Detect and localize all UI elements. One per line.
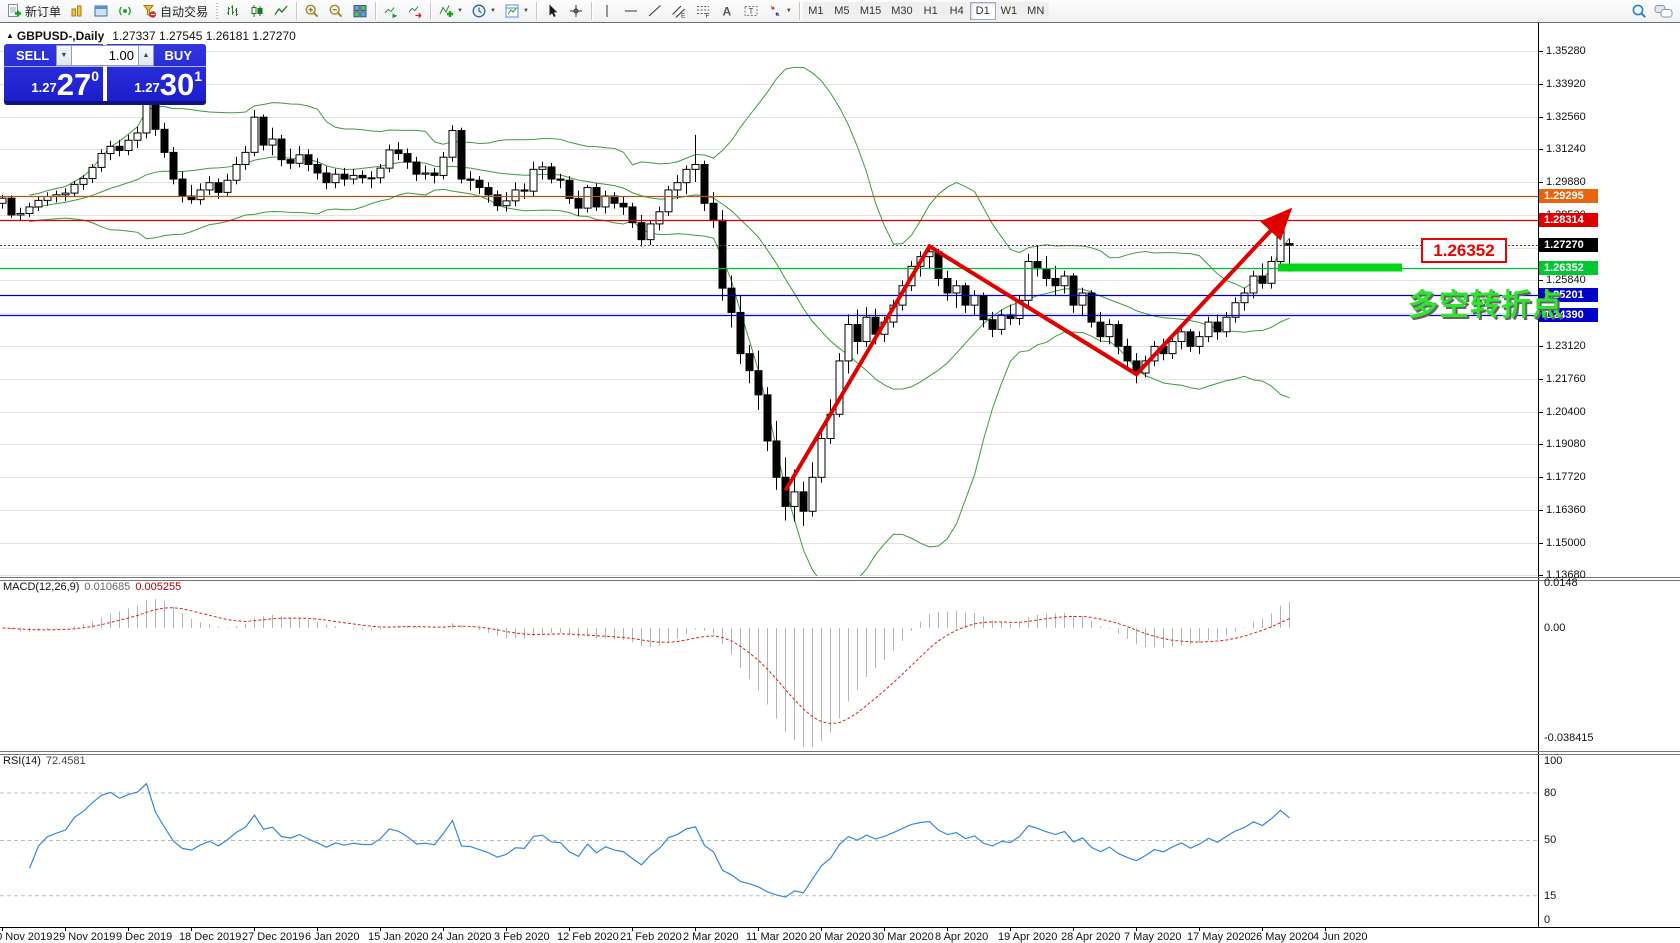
auto-scroll-button[interactable] bbox=[379, 1, 403, 22]
signals-button[interactable] bbox=[113, 1, 137, 22]
svg-text:F: F bbox=[705, 13, 709, 19]
indicators-dropdown-caret[interactable]: ▼ bbox=[457, 8, 463, 14]
search-icon[interactable] bbox=[1631, 3, 1648, 20]
toolbar-right-group bbox=[1631, 3, 1680, 20]
horizontal-line-button[interactable] bbox=[619, 1, 643, 22]
line-chart-icon bbox=[273, 3, 289, 19]
arrows-dropdown-caret[interactable]: ▼ bbox=[786, 8, 792, 14]
zoom-out-button[interactable] bbox=[324, 1, 348, 22]
templates-dropdown-caret[interactable]: ▼ bbox=[523, 8, 529, 14]
data-window-icon bbox=[93, 3, 109, 19]
tile-windows-button[interactable] bbox=[348, 1, 372, 22]
sell-price: 1.27270 bbox=[4, 67, 103, 101]
line-chart-button[interactable] bbox=[269, 1, 293, 22]
timeframe-m30-button[interactable]: M30 bbox=[886, 2, 917, 20]
svg-text:E: E bbox=[681, 13, 686, 20]
timeframe-m5-button[interactable]: M5 bbox=[829, 2, 855, 20]
bar-chart-button[interactable] bbox=[221, 1, 245, 22]
text-label-icon: T bbox=[743, 3, 759, 19]
toolbar-gripper bbox=[214, 3, 219, 19]
chart-canvas[interactable] bbox=[0, 0, 1680, 943]
crosshair-icon bbox=[568, 3, 584, 19]
text-icon: A bbox=[719, 3, 735, 19]
trade-panel-footer bbox=[4, 101, 206, 105]
templates-icon bbox=[504, 3, 520, 19]
timeframe-w1-button[interactable]: W1 bbox=[996, 2, 1023, 20]
market-watch-button[interactable] bbox=[65, 1, 89, 22]
volume-increment-button[interactable]: ▲ bbox=[138, 45, 154, 66]
candlestick-chart-button[interactable] bbox=[245, 1, 269, 22]
volume-decrement-button[interactable]: ▼ bbox=[56, 45, 72, 66]
timeframe-h4-button[interactable]: H4 bbox=[944, 2, 970, 20]
periods-dropdown-caret[interactable]: ▼ bbox=[490, 8, 496, 14]
new-order-button[interactable]: 新订单 bbox=[2, 1, 65, 22]
candlestick-chart-icon bbox=[249, 3, 265, 19]
chart-shift-icon bbox=[407, 3, 423, 19]
clock-icon bbox=[471, 3, 487, 19]
timeframe-mn-button[interactable]: MN bbox=[1022, 2, 1049, 20]
toolbar-separator bbox=[536, 2, 537, 20]
mt4-window: { "toolbar": { "new_order_label": "新订单",… bbox=[0, 0, 1680, 943]
chat-icon[interactable] bbox=[1654, 3, 1674, 19]
cursor-icon bbox=[544, 3, 560, 19]
toolbar-separator bbox=[375, 2, 376, 20]
chart-shift-button[interactable] bbox=[403, 1, 427, 22]
zoom-in-button[interactable] bbox=[300, 1, 324, 22]
toolbar-separator bbox=[296, 2, 297, 20]
arrows-icon bbox=[767, 3, 783, 19]
zoom-out-icon bbox=[328, 3, 344, 19]
text-button[interactable]: A bbox=[715, 1, 739, 22]
tile-windows-icon bbox=[352, 3, 368, 19]
trendline-button[interactable] bbox=[643, 1, 667, 22]
equidistant-channel-icon: E bbox=[671, 3, 687, 19]
crosshair-button[interactable] bbox=[564, 1, 588, 22]
trendline-icon bbox=[647, 3, 663, 19]
toolbar-separator bbox=[430, 2, 431, 20]
market-watch-icon bbox=[69, 3, 85, 19]
vertical-line-icon bbox=[599, 3, 615, 19]
new-order-icon bbox=[6, 3, 22, 19]
indicators-button[interactable]: ▼ bbox=[434, 1, 467, 22]
new-order-label: 新订单 bbox=[25, 3, 61, 20]
timeframe-m1-button[interactable]: M1 bbox=[803, 2, 829, 20]
autotrading-button[interactable]: 自动交易 bbox=[137, 1, 212, 22]
auto-scroll-icon bbox=[383, 3, 399, 19]
fibonacci-icon: F bbox=[695, 3, 711, 19]
indicators-icon bbox=[438, 3, 454, 19]
horizontal-line-icon bbox=[623, 3, 639, 19]
main-toolbar: 新订单 自动交易 ▼ ▼ bbox=[0, 0, 1680, 23]
bar-chart-icon bbox=[225, 3, 241, 19]
equidistant-channel-button[interactable]: E bbox=[667, 1, 691, 22]
signals-icon bbox=[117, 3, 133, 19]
timeframe-toolbar: M1M5M15M30H1H4D1W1MN bbox=[803, 2, 1049, 20]
autotrading-icon bbox=[141, 3, 157, 19]
data-window-button[interactable] bbox=[89, 1, 113, 22]
templates-button[interactable]: ▼ bbox=[500, 1, 533, 22]
one-click-trading-panel: SELL 1.27270 BUY 1.27301 ▼ ▲ bbox=[4, 44, 206, 105]
cursor-button[interactable] bbox=[540, 1, 564, 22]
svg-text:T: T bbox=[748, 7, 753, 16]
fibonacci-button[interactable]: F bbox=[691, 1, 715, 22]
vertical-line-button[interactable] bbox=[595, 1, 619, 22]
timeframe-h1-button[interactable]: H1 bbox=[918, 2, 944, 20]
periods-button[interactable]: ▼ bbox=[467, 1, 500, 22]
toolbar-separator bbox=[591, 2, 592, 20]
svg-text:A: A bbox=[722, 5, 731, 19]
timeframe-m15-button[interactable]: M15 bbox=[855, 2, 886, 20]
timeframe-d1-button[interactable]: D1 bbox=[970, 2, 996, 20]
autotrading-label: 自动交易 bbox=[160, 3, 208, 20]
toolbar-separator bbox=[799, 2, 800, 20]
arrows-button[interactable]: ▼ bbox=[763, 1, 796, 22]
volume-input[interactable] bbox=[72, 45, 138, 66]
text-label-button[interactable]: T bbox=[739, 1, 763, 22]
volume-control: ▼ ▲ bbox=[56, 45, 154, 66]
buy-price: 1.27301 bbox=[107, 67, 206, 101]
zoom-in-icon bbox=[304, 3, 320, 19]
